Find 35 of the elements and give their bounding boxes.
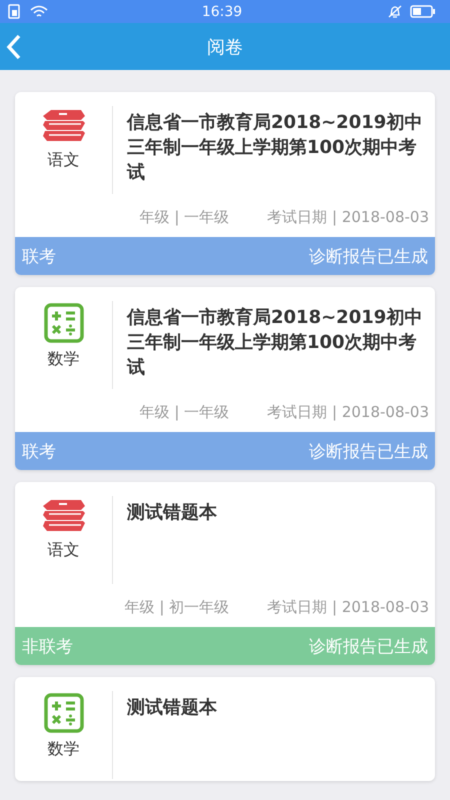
exam-title: 信息省一市教育局2018~2019初中三年制一年级上学期第100次期中考试 xyxy=(127,111,423,185)
subject-label: 数学 xyxy=(48,349,80,370)
report-status-text: 诊断报告已生成 xyxy=(309,246,428,268)
page-title: 阅卷 xyxy=(207,36,243,58)
exam-type-label: 联考 xyxy=(22,246,56,268)
clock-time: 16:39 xyxy=(202,4,242,20)
books-icon xyxy=(40,108,86,144)
subject-label: 数学 xyxy=(48,739,80,760)
exam-card[interactable]: 数学 测试错题本 xyxy=(15,677,435,781)
exam-title: 测试错题本 xyxy=(127,696,217,720)
wifi-icon xyxy=(30,4,48,18)
exam-date: 考试日期 | 2018-08-03 xyxy=(267,598,429,617)
exam-date: 考试日期 | 2018-08-03 xyxy=(267,208,429,227)
calculator-icon xyxy=(44,693,84,733)
subject-label: 语文 xyxy=(48,540,80,561)
sim-card-icon xyxy=(8,4,22,20)
exam-title: 信息省一市教育局2018~2019初中三年制一年级上学期第100次期中考试 xyxy=(127,306,423,380)
exam-type-label: 非联考 xyxy=(22,636,73,658)
battery-icon xyxy=(410,5,436,18)
exam-card[interactable]: 数学 信息省一市教育局2018~2019初中三年制一年级上学期第100次期中考试 年级 | 一年级 考试日期 | 2018-08-03 联考 诊断报告已生成 xyxy=(15,287,435,470)
report-status-text: 诊断报告已生成 xyxy=(309,440,428,462)
back-icon[interactable] xyxy=(6,34,22,60)
exam-date: 考试日期 | 2018-08-03 xyxy=(267,403,429,422)
books-icon xyxy=(40,498,86,534)
exam-card[interactable]: 语文 测试错题本 年级 | 初一年级 考试日期 | 2018-08-03 非联考 诊断报告已生成 xyxy=(15,482,435,665)
report-status-text: 诊断报告已生成 xyxy=(309,636,428,658)
exam-card[interactable]: 语文 信息省一市教育局2018~2019初中三年制一年级上学期第100次期中考试 年级 | 一年级 考试日期 | 2018-08-03 联考 诊断报告已生成 xyxy=(15,92,435,275)
exam-type-label: 联考 xyxy=(22,440,56,462)
subject-label: 语文 xyxy=(48,150,80,171)
mute-bell-icon xyxy=(388,4,402,19)
grade-text: 年级 | 初一年级 xyxy=(124,598,230,617)
grade-text: 年级 | 一年级 xyxy=(140,403,230,422)
calculator-icon xyxy=(44,303,84,343)
exam-title: 测试错题本 xyxy=(127,501,217,525)
grade-text: 年级 | 一年级 xyxy=(140,208,230,227)
